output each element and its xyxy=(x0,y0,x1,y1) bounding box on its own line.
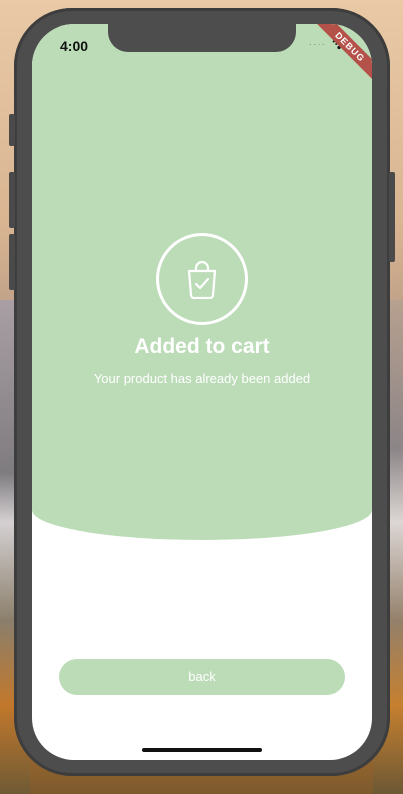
volume-up-button xyxy=(9,172,15,228)
power-button xyxy=(389,172,395,262)
back-button[interactable]: back xyxy=(59,659,345,695)
signal-dots-icon: ···· xyxy=(308,38,326,50)
confirmation-subtitle: Your product has already been added xyxy=(93,371,311,386)
shopping-bag-check-icon xyxy=(187,260,217,299)
confirmation-hero: Added to cart Your product has already b… xyxy=(32,24,372,540)
mute-switch xyxy=(9,114,15,146)
status-time: 4:00 xyxy=(60,38,89,54)
volume-down-button xyxy=(9,234,15,290)
app-screen: Added to cart Your product has already b… xyxy=(32,24,372,760)
home-indicator[interactable] xyxy=(142,748,262,752)
notch xyxy=(108,24,296,52)
confirmation-title: Added to cart xyxy=(134,335,270,358)
confirmation-icon-circle xyxy=(156,233,248,325)
